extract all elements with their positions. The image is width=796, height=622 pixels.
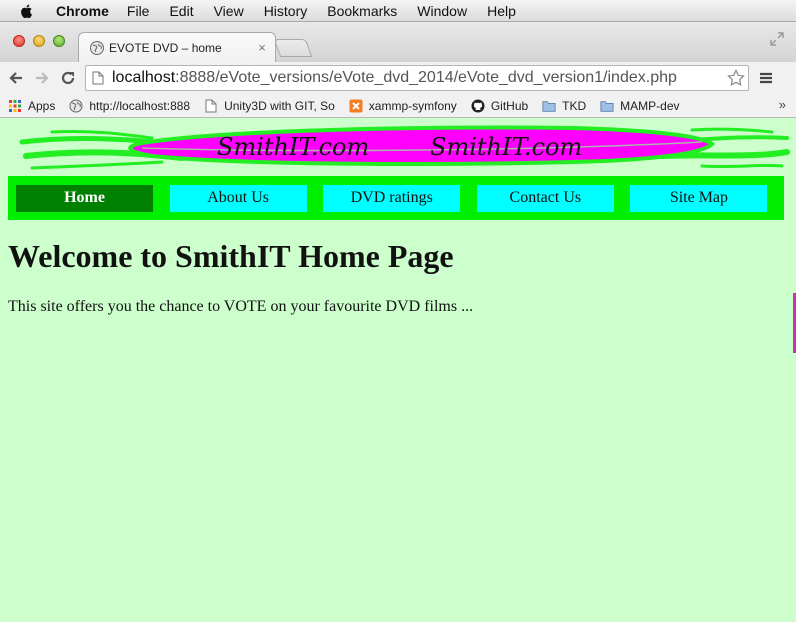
page-icon — [92, 71, 104, 85]
site-banner — [12, 122, 792, 174]
folder-icon — [600, 100, 614, 112]
forward-arrow-icon — [36, 72, 49, 84]
menu-view[interactable]: View — [214, 3, 244, 19]
browser-window: EVOTE DVD – home × localhost:8888/eVote_… — [0, 22, 796, 622]
folder-icon — [542, 100, 556, 112]
menu-bookmarks[interactable]: Bookmarks — [327, 3, 397, 19]
xampp-icon — [349, 99, 363, 112]
minimize-window-button[interactable] — [33, 35, 45, 47]
nav-contact-us[interactable]: Contact Us — [476, 184, 614, 212]
globe-icon — [90, 40, 104, 55]
banner-graphic — [19, 125, 790, 170]
github-icon — [471, 99, 485, 112]
browser-tab-active[interactable]: EVOTE DVD – home × — [78, 32, 276, 62]
web-page: SmithIT.com SmithIT.com Home About Us DV… — [0, 118, 796, 614]
url-text[interactable]: localhost:8888/eVote_versions/eVote_dvd_… — [112, 69, 724, 87]
new-tab-button[interactable] — [273, 39, 313, 57]
bookmark-label: Apps — [28, 98, 56, 113]
bookmark-label: Unity3D with GIT, So — [224, 98, 335, 113]
back-button[interactable] — [3, 66, 29, 90]
url-host: localhost — [112, 69, 176, 86]
tab-close-icon[interactable]: × — [253, 40, 271, 55]
bookmark-folder-mamp-dev[interactable]: MAMP-dev — [600, 98, 680, 113]
bookmark-label: GitHub — [490, 98, 529, 113]
chrome-menu-button[interactable] — [757, 68, 775, 88]
bookmark-apps[interactable]: Apps — [8, 99, 55, 113]
address-bar[interactable]: localhost:8888/eVote_versions/eVote_dvd_… — [85, 65, 749, 91]
bookmark-github[interactable]: GitHub — [471, 99, 528, 113]
bookmark-label: http://localhost:888 — [89, 98, 191, 113]
bookmark-label: TKD — [562, 98, 587, 113]
menu-edit[interactable]: Edit — [169, 3, 193, 19]
banner-title-left: SmithIT.com — [217, 133, 370, 161]
tab-strip: EVOTE DVD – home × — [0, 22, 796, 62]
bookmark-label: xammp-symfony — [368, 98, 457, 113]
system-menubar: Chrome File Edit View History Bookmarks … — [0, 0, 796, 22]
bookmark-folder-tkd[interactable]: TKD — [542, 99, 586, 113]
tab-title: EVOTE DVD – home — [109, 40, 222, 55]
bookmark-label: MAMP-dev — [620, 98, 680, 113]
close-window-button[interactable] — [13, 35, 25, 47]
banner-title-right: SmithIT.com — [430, 133, 583, 161]
forward-button[interactable] — [29, 66, 55, 90]
bookmarks-overflow-button[interactable]: » — [779, 97, 786, 112]
url-path: :8888/eVote_versions/eVote_dvd_2014/eVot… — [175, 69, 677, 86]
menu-window[interactable]: Window — [417, 3, 467, 19]
apple-icon[interactable] — [19, 3, 35, 19]
nav-site-map[interactable]: Site Map — [630, 184, 768, 212]
zoom-window-button[interactable] — [53, 35, 65, 47]
menu-help[interactable]: Help — [487, 3, 516, 19]
bookmark-localhost[interactable]: http://localhost:888 — [69, 99, 190, 113]
bookmarks-bar: Apps http://localhost:888 Unity3D with G… — [0, 94, 796, 118]
intro-paragraph: This site offers you the chance to VOTE … — [8, 298, 474, 315]
nav-dvd-ratings[interactable]: DVD ratings — [323, 184, 461, 212]
hamburger-menu-icon — [760, 72, 772, 84]
menu-file[interactable]: File — [127, 3, 150, 19]
bookmark-xammp-symfony[interactable]: xammp-symfony — [349, 99, 457, 113]
globe-icon — [69, 99, 83, 112]
menu-history[interactable]: History — [264, 3, 308, 19]
page-icon — [205, 99, 217, 112]
browser-toolbar: localhost:8888/eVote_versions/eVote_dvd_… — [0, 62, 796, 94]
apps-grid-icon — [9, 99, 21, 112]
page-title: Welcome to SmithIT Home Page — [8, 238, 454, 274]
reload-button[interactable] — [55, 66, 81, 90]
nav-home[interactable]: Home — [16, 184, 154, 212]
reload-icon — [61, 71, 75, 85]
back-arrow-icon — [9, 72, 22, 84]
bookmark-unity3d[interactable]: Unity3D with GIT, So — [204, 99, 335, 113]
bookmark-star-icon[interactable] — [724, 69, 748, 87]
nav-about-us[interactable]: About Us — [169, 184, 307, 212]
site-nav: Home About Us DVD ratings Contact Us Sit… — [8, 176, 784, 220]
menu-app-chrome[interactable]: Chrome — [56, 3, 109, 19]
fullscreen-icon[interactable] — [770, 32, 784, 46]
